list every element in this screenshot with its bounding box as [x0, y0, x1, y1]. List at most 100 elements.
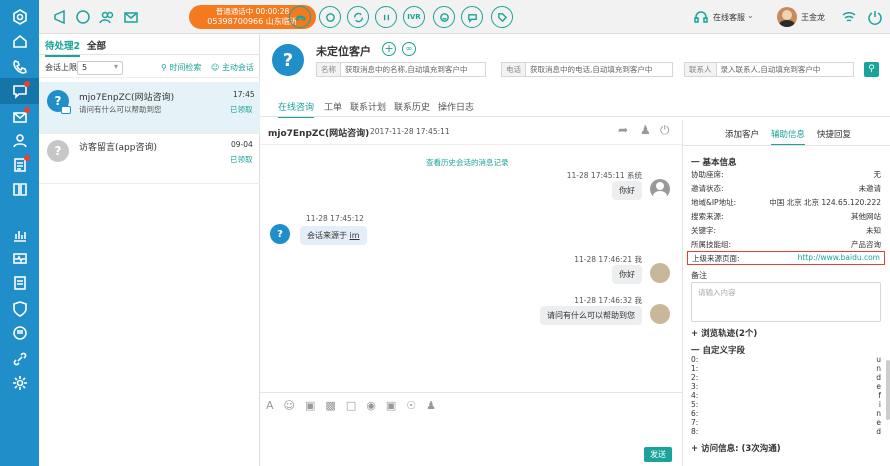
contacts-icon[interactable]	[0, 128, 39, 154]
tab-quick-reply[interactable]: 快捷回复	[817, 128, 851, 140]
system-avatar	[650, 179, 670, 199]
transfer-button[interactable]	[347, 6, 369, 28]
active-session-button[interactable]: ☺ 主动会话	[211, 62, 254, 73]
shield-icon[interactable]	[0, 296, 39, 322]
chevron-down-icon: ▾	[113, 62, 118, 71]
report-icon[interactable]	[0, 270, 39, 296]
hangup-button[interactable]	[289, 6, 311, 28]
user-search-icon[interactable]: ♟	[426, 399, 436, 412]
mail-icon[interactable]	[0, 104, 39, 130]
info-value: 其他网站	[851, 212, 881, 221]
conversation-item[interactable]: ? 访客留言(app咨询) 09-04 已领取	[39, 132, 260, 184]
session-limit-label: 会话上限	[45, 63, 77, 72]
tab-pending[interactable]: 待处理2	[45, 38, 81, 57]
field-key: 3:	[691, 382, 699, 391]
pause-button[interactable]	[375, 6, 397, 28]
send-button[interactable]: 发送	[644, 447, 672, 462]
contact-field[interactable]: 联系人 录入联系人,自动填充到客户中	[684, 62, 854, 77]
link-icon[interactable]: ∞	[402, 42, 416, 56]
tab-contact-history[interactable]: 联系历史	[394, 100, 430, 113]
message-icon[interactable]	[0, 320, 39, 346]
bar-chart-icon[interactable]	[0, 222, 39, 248]
tab-ticket[interactable]: 工单	[324, 100, 342, 113]
power-icon[interactable]	[867, 9, 883, 25]
basic-info-title: 一 基本信息	[691, 158, 737, 168]
name-field[interactable]: 名称 获取消息中的名称,自动填充到客户中	[316, 62, 486, 77]
tag-button[interactable]	[491, 6, 513, 28]
name-field-label: 名称	[317, 63, 341, 76]
robot-icon[interactable]: ◉	[366, 399, 376, 412]
font-icon[interactable]: A	[266, 399, 274, 412]
scrollbar[interactable]	[886, 360, 890, 420]
ivr-button[interactable]: IVR	[403, 6, 425, 28]
field-key: 4:	[691, 391, 699, 400]
power-icon[interactable]: ⏻	[660, 123, 670, 138]
wifi-icon	[841, 9, 857, 25]
field-key: 8:	[691, 427, 699, 436]
image-icon[interactable]: ▣	[305, 399, 315, 412]
book-icon[interactable]	[0, 176, 39, 202]
source-link[interactable]: im	[350, 231, 360, 240]
browse-track-toggle[interactable]: + 浏览轨迹(2个)	[691, 327, 757, 339]
session-limit-select[interactable]: 5 ▾	[77, 61, 123, 75]
tab-contact-plan[interactable]: 联系计划	[350, 100, 386, 113]
referrer-link[interactable]: http://www.baidu.com	[798, 253, 880, 263]
visit-info-title: 访问信息: (3次沟通)	[701, 444, 781, 454]
message-meta: 11-28 17:46:21 我	[574, 255, 642, 264]
info-row: 关键字: 未知	[691, 225, 881, 238]
monitor-icon[interactable]	[0, 246, 39, 272]
conversation-item[interactable]: ? mjo7EnpZC(网站咨询) 17:45 请问有什么可以帮助到您 已领取	[39, 82, 260, 134]
link-icon[interactable]	[0, 346, 39, 372]
visit-info-toggle[interactable]: + 访问信息: (3次沟通)	[691, 442, 781, 454]
divider	[260, 144, 682, 145]
message-meta: 11-28 17:45:11 系统	[566, 171, 642, 180]
emoji-icon[interactable]: ☺	[284, 399, 295, 412]
users-icon[interactable]	[99, 9, 115, 25]
user-name: 王金龙	[801, 13, 825, 22]
consult-button[interactable]	[319, 6, 341, 28]
chat-bubble-icon[interactable]	[75, 9, 91, 25]
field-value: i	[878, 400, 881, 409]
assist-info-panel: 添加客户 辅助信息 快捷回复 一 基本信息 协助座席: 无 邀请状态: 未邀请 地域…	[682, 120, 890, 466]
chevron-down-icon[interactable]: ⌄	[747, 11, 754, 20]
online-status[interactable]: 在线客服	[713, 12, 745, 23]
custom-field-row: 3: e	[691, 383, 881, 391]
message-meta: 11-28 17:46:32 我	[574, 296, 642, 305]
tab-assist-info[interactable]: 辅助信息	[771, 128, 806, 146]
info-key: 上级来源页面:	[692, 254, 740, 263]
home-icon[interactable]	[0, 28, 39, 54]
remark-textarea[interactable]: 请输入内容	[691, 282, 881, 322]
broadcast-icon[interactable]	[52, 9, 68, 25]
field-value: n	[876, 364, 881, 373]
user-avatar[interactable]	[777, 7, 797, 27]
video-icon[interactable]: ▩	[325, 399, 335, 412]
share-icon[interactable]: ➦	[618, 123, 628, 137]
info-key: 搜索来源:	[691, 212, 724, 221]
conversation-status: 已领取	[230, 105, 253, 114]
sms-button[interactable]	[461, 6, 483, 28]
name-field-placeholder: 获取消息中的名称,自动填充到客户中	[345, 65, 468, 74]
list-icon[interactable]	[0, 152, 39, 178]
message-text: 会话来源于	[307, 231, 350, 240]
add-user-icon[interactable]: ♟	[640, 123, 651, 137]
field-key: 7:	[691, 418, 699, 427]
edge-icon[interactable]: ☉	[406, 399, 416, 412]
tab-operation-log[interactable]: 操作日志	[438, 100, 474, 113]
search-button[interactable]: ⚲	[864, 62, 879, 77]
time-search-button[interactable]: ⚲ 时间检索	[161, 62, 201, 73]
satisfaction-button[interactable]	[433, 6, 455, 28]
tab-add-customer[interactable]: 添加客户	[725, 128, 759, 140]
chat-icon[interactable]	[0, 78, 39, 104]
tab-all[interactable]: 全部	[87, 38, 106, 52]
folder-icon[interactable]: □	[346, 399, 356, 412]
add-customer-icon[interactable]: +	[382, 42, 396, 56]
phone-icon[interactable]	[0, 54, 39, 80]
conversation-time: 17:45	[233, 90, 255, 99]
field-value: u	[876, 355, 881, 364]
settings-gear-icon[interactable]	[0, 370, 39, 396]
phone-field[interactable]: 电话 获取消息中的电话,自动填充到客户中	[501, 62, 673, 77]
envelope-icon[interactable]	[123, 9, 139, 25]
message-meta: 11-28 17:45:12	[306, 214, 364, 223]
history-link[interactable]: 查看历史会话的消息记录	[426, 157, 509, 168]
screenshot-icon[interactable]: ▣	[386, 399, 396, 412]
